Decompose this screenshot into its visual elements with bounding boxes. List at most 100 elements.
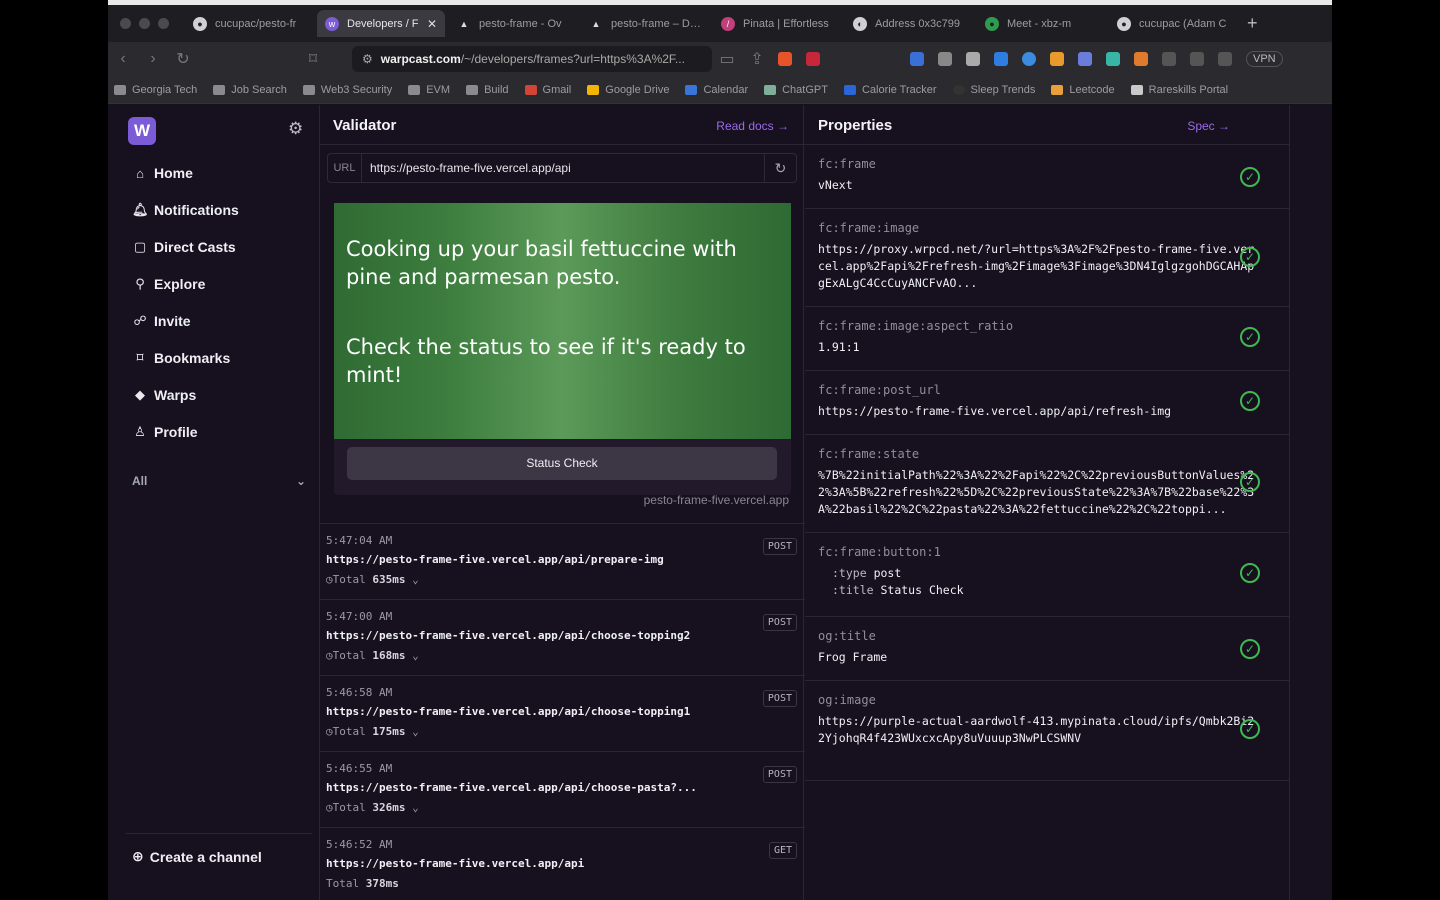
forward-icon[interactable]: › <box>138 50 168 68</box>
gear-icon[interactable]: ⚙ <box>288 119 303 139</box>
log-total[interactable]: ◷Total 168ms ⌄ <box>326 649 419 662</box>
vercel-icon: ▲ <box>591 18 601 29</box>
bookmark-item[interactable]: Gmail <box>524 84 571 96</box>
bookmark-item[interactable]: Georgia Tech <box>114 84 197 96</box>
bookmark-item[interactable]: Build <box>466 84 509 96</box>
spec-link[interactable]: Spec → <box>1187 119 1230 133</box>
property-value: https://pesto-frame-five.vercel.app/api/… <box>818 404 1172 418</box>
frame-url-input[interactable] <box>362 154 764 182</box>
new-tab-icon[interactable]: + <box>1247 13 1258 34</box>
log-total[interactable]: ◷Total 326ms ⌄ <box>326 801 419 814</box>
wallet-icon[interactable] <box>1218 52 1232 66</box>
bookmark-item[interactable]: Job Search <box>213 84 287 96</box>
property-value: 1.91:1 <box>818 340 860 354</box>
log-total[interactable]: ◷Total 175ms ⌄ <box>326 725 419 738</box>
property-row: fc:frame:post_url https://pesto-frame-fi… <box>805 371 1290 435</box>
http-method-badge: POST <box>762 766 797 783</box>
extension-icon[interactable] <box>910 52 924 66</box>
browser-tab[interactable]: ▲ pesto-frame – Dep <box>581 10 709 37</box>
bookmark-item[interactable]: Web3 Security <box>302 84 392 96</box>
bell-icon: 🔔︎ <box>132 202 149 217</box>
sidebar-item-profile[interactable]: ♙ Profile <box>132 424 197 440</box>
properties-title: Properties <box>818 117 893 134</box>
request-log-entry[interactable]: 5:47:04 AM https://pesto-frame-five.verc… <box>320 524 805 600</box>
share-icon[interactable]: ⇪ <box>742 49 772 69</box>
request-log-entry[interactable]: 5:46:58 AM https://pesto-frame-five.verc… <box>320 676 805 752</box>
bookmark-item[interactable]: Calorie Tracker <box>843 84 937 96</box>
read-docs-link[interactable]: Read docs → <box>716 119 789 133</box>
sleep-icon <box>952 84 965 95</box>
property-key: fc:frame:image <box>818 221 920 235</box>
log-total[interactable]: Total 378ms <box>326 877 399 890</box>
request-log-entry[interactable]: 5:46:55 AM https://pesto-frame-five.verc… <box>320 752 805 828</box>
browser-tab-active[interactable]: w Developers / F ✕ <box>317 10 445 37</box>
window-controls[interactable] <box>120 18 169 29</box>
property-value: https://proxy.wrpcd.net/?url=https%3A%2F… <box>818 242 1255 290</box>
extension-icon[interactable] <box>1022 52 1036 66</box>
property-value: Frog Frame <box>818 650 888 664</box>
extension-icon[interactable] <box>1050 52 1064 66</box>
sidebar-item-home[interactable]: ⌂ Home <box>132 165 193 181</box>
browser-toolbar: ‹ › ↻ ⌑ ⚙ warpcast.com /~/developers/fra… <box>108 42 1332 76</box>
sidebar-item-warps[interactable]: ◆ Warps <box>132 387 196 403</box>
meet-icon: ● <box>985 16 999 31</box>
log-time: 5:46:52 AM <box>326 838 393 851</box>
extension-icon[interactable] <box>966 52 980 66</box>
cast-icon[interactable]: ▭ <box>712 49 742 69</box>
http-method-badge: POST <box>762 614 797 631</box>
channel-filter-dropdown[interactable]: All ⌄ <box>132 474 306 488</box>
chevron-down-icon: ⌄ <box>295 474 306 488</box>
tab-strip: ● cucupac/pesto-fr w Developers / F ✕ ▲ pest… <box>108 5 1332 42</box>
bookmark-item[interactable]: Leetcode <box>1051 84 1115 96</box>
browser-tab[interactable]: / Pinata | Effortless <box>713 10 841 37</box>
extension-icon[interactable] <box>1134 52 1148 66</box>
create-channel-button[interactable]: ⊕ Create a channel <box>132 848 262 865</box>
property-key: fc:frame:button:1 <box>818 545 941 559</box>
status-check-button[interactable]: Status Check <box>347 447 777 480</box>
browser-tab[interactable]: ● cucupac/pesto-fr <box>185 10 313 37</box>
back-icon[interactable]: ‹ <box>108 50 138 68</box>
reload-icon[interactable]: ↻ <box>168 49 198 69</box>
sidebar-item-notifications[interactable]: 🔔︎ Notifications <box>132 202 239 218</box>
browser-tab[interactable]: ● Meet - xbz-m <box>977 10 1105 37</box>
pinata-icon: / <box>721 16 735 31</box>
chevron-down-icon: ⌄ <box>412 649 419 662</box>
sidebar-toggle-icon[interactable] <box>1190 52 1204 66</box>
close-tab-icon[interactable]: ✕ <box>427 17 437 31</box>
check-circle-icon: ✓ <box>1240 247 1260 267</box>
request-log-entry[interactable]: 5:46:52 AM https://pesto-frame-five.verc… <box>320 828 805 900</box>
divider <box>320 144 805 145</box>
bookmark-page-icon[interactable]: ⌑ <box>298 49 328 69</box>
log-total[interactable]: ◷Total 635ms ⌄ <box>326 573 419 586</box>
sidebar-item-direct-casts[interactable]: ▢ Direct Casts <box>132 239 236 255</box>
bookmark-item[interactable]: Rareskills Portal <box>1130 84 1228 96</box>
brave-rewards-icon[interactable] <box>806 52 820 66</box>
browser-tab[interactable]: ▲ pesto-frame - Ov <box>449 10 577 37</box>
plus-circle-icon: ⊕ <box>132 848 144 864</box>
extension-icon[interactable] <box>1106 52 1120 66</box>
vpn-button[interactable]: VPN <box>1246 51 1283 67</box>
extension-icon[interactable] <box>938 52 952 66</box>
frame-message: Check the status to see if it's ready to… <box>346 335 746 387</box>
browser-tab[interactable]: ◐ Address 0x3c799 <box>845 10 973 37</box>
bookmark-item[interactable]: Sleep Trends <box>952 84 1035 96</box>
extension-icon[interactable] <box>1078 52 1092 66</box>
bookmark-item[interactable]: Calendar <box>685 84 748 96</box>
refresh-icon[interactable]: ↻ <box>764 154 796 182</box>
request-log-entry[interactable]: 5:47:00 AM https://pesto-frame-five.verc… <box>320 600 805 676</box>
site-settings-icon[interactable]: ⚙ <box>362 52 373 66</box>
brave-shield-icon[interactable] <box>778 52 792 66</box>
sidebar-item-invite[interactable]: ☍ Invite <box>132 313 190 329</box>
sidebar-divider <box>126 833 312 834</box>
sidebar-item-explore[interactable]: ⚲ Explore <box>132 276 205 292</box>
sidebar-item-bookmarks[interactable]: ⌑ Bookmarks <box>132 350 230 366</box>
extension-icon[interactable] <box>994 52 1008 66</box>
bookmark-item[interactable]: Google Drive <box>587 84 669 96</box>
bookmark-item[interactable]: ChatGPT <box>764 84 828 96</box>
browser-tab[interactable]: ● cucupac (Adam C <box>1109 10 1237 37</box>
bookmark-item[interactable]: EVM <box>408 84 450 96</box>
address-bar[interactable]: ⚙ warpcast.com /~/developers/frames?url=… <box>352 46 712 72</box>
warpcast-logo[interactable]: W <box>128 117 156 145</box>
puzzle-icon[interactable] <box>1162 52 1176 66</box>
url-path: /~/developers/frames?url=https%3A%2F... <box>460 52 685 66</box>
